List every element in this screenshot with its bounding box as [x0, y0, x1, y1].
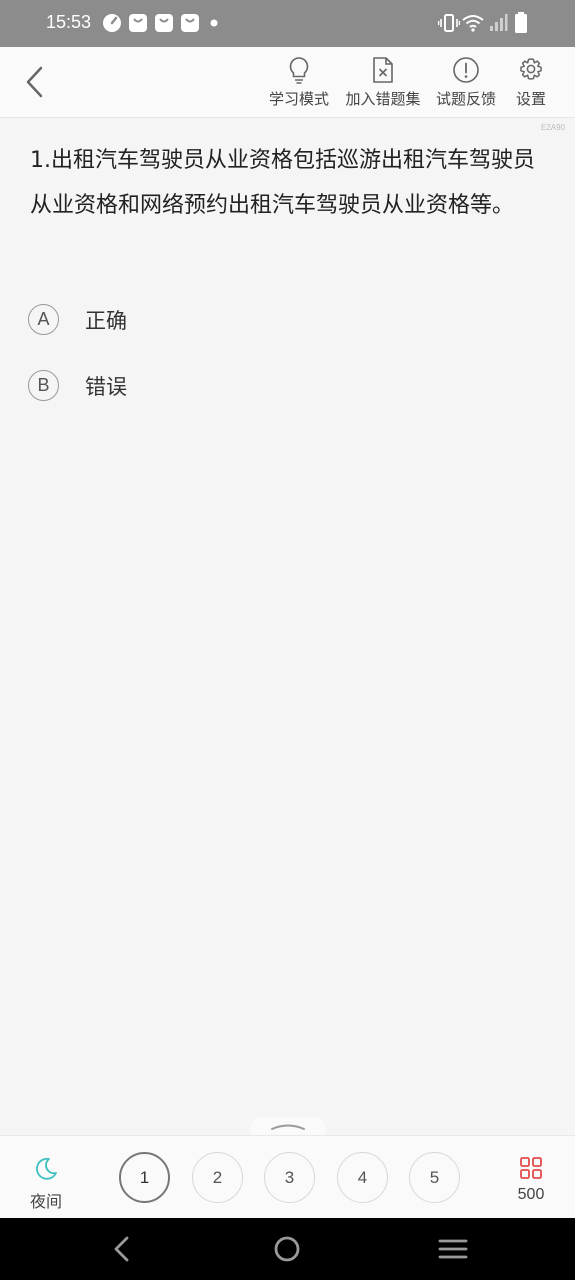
exclamation-circle-icon: [453, 57, 479, 83]
option-text: 错误: [85, 375, 127, 399]
question-number-5[interactable]: 5: [409, 1152, 460, 1203]
night-mode-label: 夜间: [29, 1192, 62, 1211]
question-text: 1.出租汽车驾驶员从业资格包括巡游出租汽车驾驶员从业资格和网络预约出租汽车驾驶员…: [30, 148, 535, 218]
shopping-bag-icon: [129, 14, 147, 32]
chevron-up-icon: [271, 1124, 305, 1130]
status-time: 15:53: [46, 12, 92, 32]
study-mode-button[interactable]: 学习模式: [268, 56, 330, 109]
add-to-mistakes-label: 加入错题集: [345, 90, 421, 108]
battery-icon: [515, 12, 527, 33]
option-letter: B: [28, 370, 59, 401]
shopping-bag-icon: [155, 14, 173, 32]
question-feedback-button[interactable]: 试题反馈: [435, 56, 497, 109]
option-text: 正确: [85, 309, 127, 333]
system-nav-bar: [0, 1218, 575, 1280]
back-arrow-icon[interactable]: [20, 65, 52, 99]
settings-button[interactable]: 设置: [514, 56, 548, 109]
expand-panel-handle[interactable]: [251, 1117, 325, 1137]
app-bar: 学习模式 加入错题集 试题反馈 设置: [0, 47, 575, 118]
notification-dot-icon: [210, 19, 218, 27]
shopping-bag-icon: [181, 14, 199, 32]
document-x-icon: [373, 57, 393, 83]
question-number-3[interactable]: 3: [264, 1152, 315, 1203]
moon-icon: [36, 1157, 57, 1180]
nav-back-icon[interactable]: [110, 1235, 134, 1263]
bottom-bar: 夜间 1 2 3 4 5 500: [0, 1135, 575, 1219]
question-feedback-label: 试题反馈: [435, 90, 496, 108]
grid-icon: [520, 1157, 542, 1179]
total-count: 500: [517, 1186, 545, 1203]
study-mode-label: 学习模式: [268, 90, 329, 108]
nav-menu-icon[interactable]: [438, 1235, 468, 1263]
question-grid-button[interactable]: 500: [509, 1156, 553, 1204]
question-code: E2A90: [540, 123, 565, 132]
lightbulb-icon: [289, 57, 309, 84]
gear-icon: [520, 58, 542, 80]
night-mode-button[interactable]: 夜间: [26, 1156, 66, 1212]
option-letter: A: [28, 304, 59, 335]
vibrate-icon: [438, 14, 460, 32]
settings-label: 设置: [515, 90, 546, 108]
question-number-1[interactable]: 1: [119, 1152, 170, 1203]
signal-icon: [490, 14, 508, 31]
wifi-icon: [462, 15, 484, 32]
add-to-mistakes-button[interactable]: 加入错题集: [344, 56, 422, 109]
status-bar: 15:53: [0, 0, 575, 47]
question-number-4[interactable]: 4: [337, 1152, 388, 1203]
question-number-2[interactable]: 2: [192, 1152, 243, 1203]
speedometer-icon: [103, 14, 121, 32]
nav-home-icon[interactable]: [273, 1235, 301, 1263]
